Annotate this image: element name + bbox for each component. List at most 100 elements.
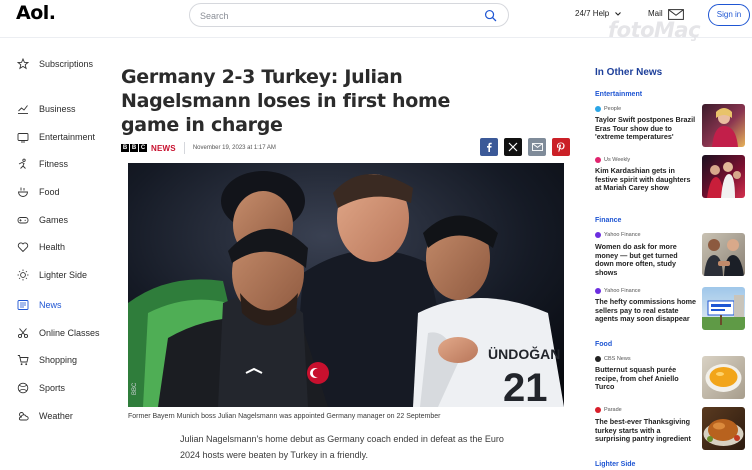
mail-link[interactable]: Mail (648, 9, 663, 18)
us-weekly-logo-icon (595, 156, 601, 163)
gamepad-icon (17, 217, 29, 224)
category-food[interactable]: Food (595, 341, 612, 348)
food-icon (18, 187, 28, 197)
photo-caption: Former Bayern Munich boss Julian Nagelsm… (128, 413, 441, 420)
top-bar: Aol. 24/7 Help Mail Sign in fotoMaç (0, 0, 752, 42)
sidebar-item-label: News (39, 300, 62, 310)
cbs-news-logo-icon (595, 355, 601, 362)
weather-icon (18, 412, 29, 421)
in-other-news-rail: In Other News Entertainment People Taylo… (595, 38, 752, 470)
sidebar-item-online-classes[interactable]: Online Classes (17, 325, 100, 341)
article-byline: BBC NEWS November 19, 2023 at 1:17 AM (121, 141, 276, 155)
photo-illustration: ÜNDOĞAN 21 BBC (128, 163, 564, 407)
sign-in-button[interactable]: Sign in (708, 4, 750, 26)
sidebar-item-business[interactable]: Business (17, 101, 76, 117)
story-source: Parade (595, 405, 622, 414)
search-box[interactable] (189, 3, 509, 27)
sidebar-item-health[interactable]: Health (17, 239, 65, 255)
sidebar-item-lighter-side[interactable]: Lighter Side (17, 267, 87, 283)
story-headline[interactable]: Butternut squash purée recipe, from chef… (595, 365, 697, 392)
sidebar-item-label: Fitness (39, 159, 69, 169)
story-thumbnail[interactable] (702, 407, 745, 450)
pinterest-icon (557, 142, 565, 152)
photo-credit: BBC (132, 382, 138, 395)
email-share-button[interactable] (528, 138, 546, 156)
scissors-icon (17, 328, 29, 339)
story-headline[interactable]: Kim Kardashian gets in festive spirit wi… (595, 166, 697, 193)
sidebar-item-news[interactable]: News (17, 297, 62, 313)
story-thumbnail[interactable] (702, 104, 745, 147)
help-link[interactable]: 24/7 Help (575, 9, 609, 18)
category-entertainment[interactable]: Entertainment (595, 91, 642, 98)
story-headline[interactable]: Taylor Swift postpones Brazil Eras Tour … (595, 115, 697, 142)
story-thumbnail[interactable] (702, 233, 745, 276)
headline-line: Germany 2-3 Turkey: Julian (121, 66, 403, 88)
body-line: Julian Nagelsmann's home debut as German… (180, 434, 504, 444)
sidebar-item-label: Food (39, 187, 60, 197)
story-source: Us Weekly (595, 155, 630, 164)
article-headline: Germany 2-3 Turkey: Julian Nagelsmann lo… (121, 65, 561, 137)
email-icon (531, 143, 543, 151)
category-lighter-side[interactable]: Lighter Side (595, 461, 635, 468)
story-thumbnail[interactable] (702, 356, 745, 399)
sidebar-item-subscriptions[interactable]: Subscriptions (17, 56, 93, 72)
roast-turkey-thumbnail-icon (703, 419, 744, 446)
sidebar-item-label: Games (39, 215, 69, 225)
sidebar-item-entertainment[interactable]: Entertainment (17, 129, 95, 145)
sidebar-item-label: Subscriptions (39, 59, 94, 69)
story-thumbnail[interactable] (702, 287, 745, 330)
sidebar-item-food[interactable]: Food (17, 184, 60, 200)
story-source: CBS News (595, 354, 631, 363)
fitness-icon (18, 158, 26, 169)
yahoo-finance-logo-icon (595, 231, 601, 238)
story-headline[interactable]: Women do ask for more money — but get tu… (595, 242, 697, 277)
bbc-logo[interactable]: BBC (121, 144, 148, 152)
sidebar-item-shopping[interactable]: Shopping (17, 352, 77, 368)
headline-line: Nagelsmann loses in first home (121, 90, 451, 112)
article: Germany 2-3 Turkey: Julian Nagelsmann lo… (121, 38, 571, 470)
x-share-button[interactable] (504, 138, 522, 156)
source-name: NEWS (151, 143, 176, 153)
cart-icon (17, 355, 29, 366)
article-photo[interactable]: ÜNDOĞAN 21 BBC (128, 163, 564, 407)
sidebar-item-label: Health (39, 242, 66, 252)
sidebar-item-sports[interactable]: Sports (17, 380, 65, 396)
facebook-icon (487, 142, 492, 152)
star-icon (17, 58, 29, 70)
left-sidebar: Subscriptions Business Entertainment Fit… (0, 38, 112, 470)
chevron-down-icon[interactable] (614, 10, 622, 18)
sidebar-item-label: Lighter Side (39, 270, 88, 280)
jersey-text: ÜNDOĞAN (488, 345, 560, 362)
rail-title: In Other News (595, 67, 663, 78)
aol-logo[interactable]: Aol. (16, 2, 56, 24)
search-input[interactable] (200, 8, 470, 23)
story-thumbnail[interactable] (702, 155, 745, 198)
sidebar-item-label: Entertainment (39, 132, 96, 142)
chart-icon (18, 105, 28, 114)
pinterest-share-button[interactable] (552, 138, 570, 156)
story-headline[interactable]: The best-ever Thanksgiving turkey starts… (595, 417, 697, 444)
svg-text:21: 21 (503, 366, 548, 407)
sidebar-item-fitness[interactable]: Fitness (17, 156, 68, 172)
sidebar-item-label: Sports (39, 383, 66, 393)
search-icon[interactable] (484, 9, 497, 22)
sidebar-item-label: Shopping (39, 355, 78, 365)
story-source: Yahoo Finance (595, 286, 641, 295)
story-headline[interactable]: The hefty commissions home sellers pay t… (595, 297, 697, 324)
handshake-thumbnail-icon (704, 239, 744, 276)
headline-line: game in charge (121, 114, 283, 136)
yahoo-finance-logo-icon (595, 287, 601, 294)
heart-icon (17, 242, 29, 253)
tv-icon (17, 133, 29, 143)
sidebar-item-games[interactable]: Games (17, 212, 68, 228)
sidebar-item-weather[interactable]: Weather (17, 408, 73, 424)
x-icon (508, 142, 518, 152)
newspaper-icon (17, 300, 29, 310)
singer-thumbnail-icon (712, 108, 738, 147)
category-finance[interactable]: Finance (595, 217, 621, 224)
facebook-share-button[interactable] (480, 138, 498, 156)
article-body: Julian Nagelsmann's home debut as German… (180, 431, 520, 463)
publish-date: November 19, 2023 at 1:17 AM (192, 145, 276, 151)
soup-bowl-thumbnail-icon (705, 364, 742, 392)
sidebar-item-label: Online Classes (39, 328, 100, 338)
